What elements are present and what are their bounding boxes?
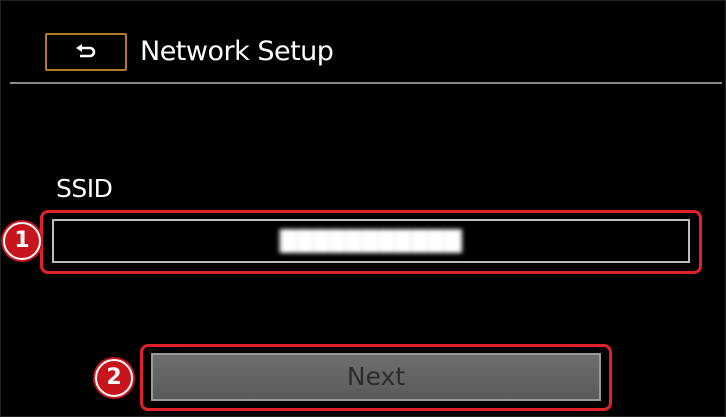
header-divider xyxy=(10,82,722,84)
page-title: Network Setup xyxy=(140,36,334,67)
next-button-label: Next xyxy=(346,362,406,391)
callout-number-2: 2 xyxy=(95,359,133,397)
ssid-input[interactable]: ███████████ xyxy=(52,219,690,263)
next-button[interactable]: Next xyxy=(151,353,601,401)
callout-number-1: 1 xyxy=(3,222,41,260)
network-setup-screen: Network Setup SSID ███████████ 1 Next 2 xyxy=(0,0,726,417)
back-button[interactable] xyxy=(45,33,127,71)
back-arrow-icon xyxy=(74,42,98,62)
ssid-label: SSID xyxy=(56,174,113,203)
header-bar: Network Setup xyxy=(0,0,726,83)
ssid-value: ███████████ xyxy=(280,229,462,253)
